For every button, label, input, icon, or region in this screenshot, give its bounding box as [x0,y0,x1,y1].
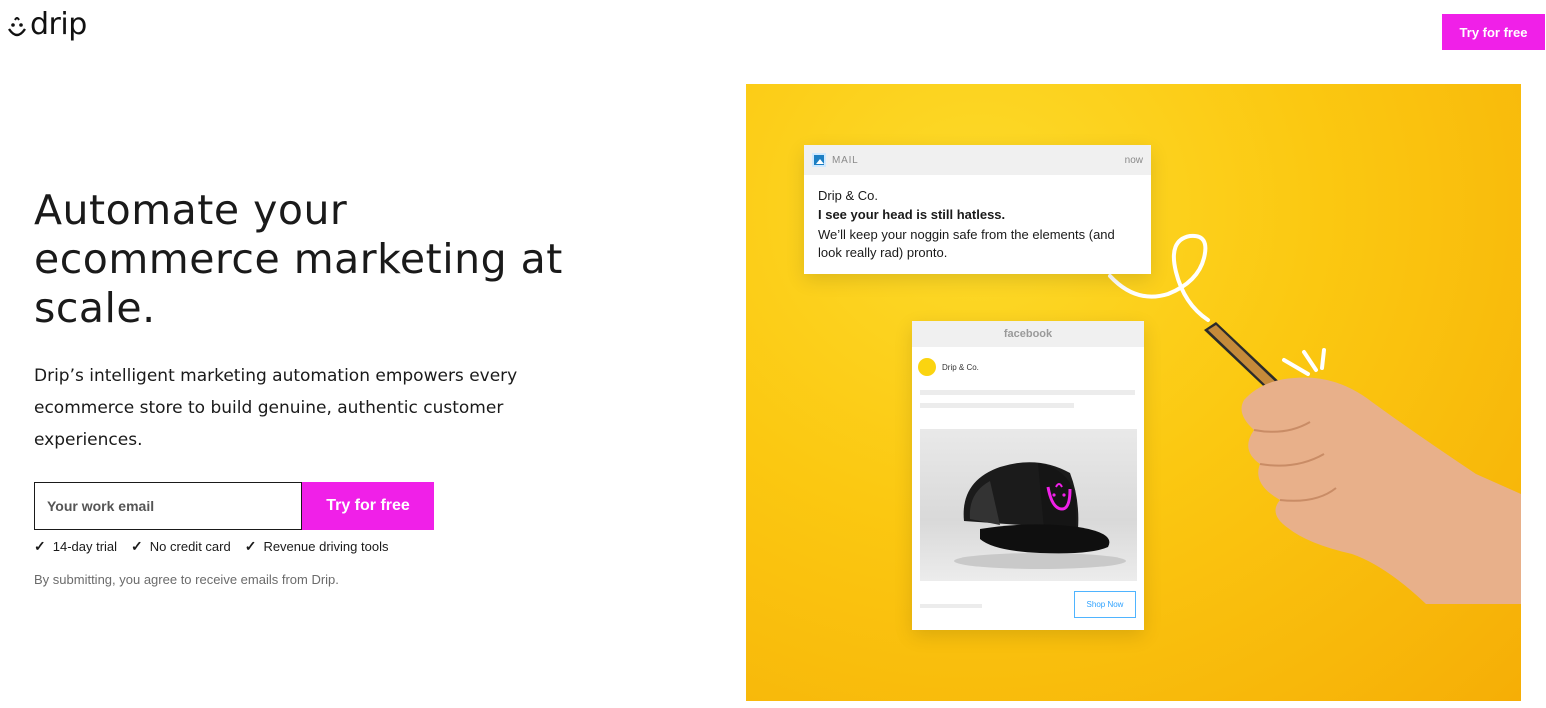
check-icon: ✓ [34,538,46,554]
hero-try-free-button[interactable]: Try for free [302,482,434,530]
mail-notification-body: Drip & Co. I see your head is still hatl… [804,175,1151,262]
placeholder-text-line [920,390,1135,395]
mail-sender: Drip & Co. [818,188,878,203]
facebook-ad-card: facebook Drip & Co. Shop Now [912,321,1144,630]
header-try-free-button[interactable]: Try for free [1442,14,1545,50]
submit-disclaimer: By submitting, you agree to receive emai… [34,572,339,587]
hand-holding-phone-image [1204,322,1521,604]
email-input[interactable] [34,482,302,530]
signup-form: Try for free [34,482,434,530]
trucker-cap-image [954,462,1126,569]
perk-item: ✓ 14-day trial [34,538,117,555]
perk-label: No credit card [149,539,231,554]
hero-subcopy: Drip’s intelligent marketing automation … [34,366,518,450]
check-icon: ✓ [244,538,257,554]
perk-label: Revenue driving tools [263,539,389,554]
mail-subject: I see your head is still hatless. [818,207,1006,222]
drip-logo[interactable]: drip [6,10,87,40]
hero-illustration: MAIL now Drip & Co. I see your head is s… [746,84,1521,701]
facebook-header: facebook [912,321,1144,347]
page-avatar [918,358,936,376]
hero-headline: Automate your ecommerce marketing at sca… [34,186,563,332]
mail-app-label: MAIL [832,154,859,166]
smiley-drop-icon [8,17,26,37]
mail-app-icon [812,153,826,167]
perk-item: ✓ No credit card [131,538,231,555]
placeholder-text-line [920,604,982,608]
logo-wordmark: drip [30,7,87,42]
perk-label: 14-day trial [52,539,118,554]
perk-list: ✓ 14-day trial ✓ No credit card ✓ Revenu… [34,538,388,555]
mail-notification-header: MAIL now [804,145,1151,175]
mail-notification-card: MAIL now Drip & Co. I see your head is s… [804,145,1151,274]
placeholder-text-line [920,403,1074,408]
facebook-page-name: Drip & Co. [942,362,979,372]
mail-time-label: now [1124,154,1143,166]
check-icon: ✓ [131,538,143,554]
perk-item: ✓ Revenue driving tools [245,538,389,555]
shop-now-button[interactable]: Shop Now [1074,591,1136,618]
facebook-page-row: Drip & Co. [912,347,1144,376]
mail-preview-text: We’ll keep your noggin safe from the ele… [818,227,1115,260]
cap-product-photo [920,429,1137,581]
